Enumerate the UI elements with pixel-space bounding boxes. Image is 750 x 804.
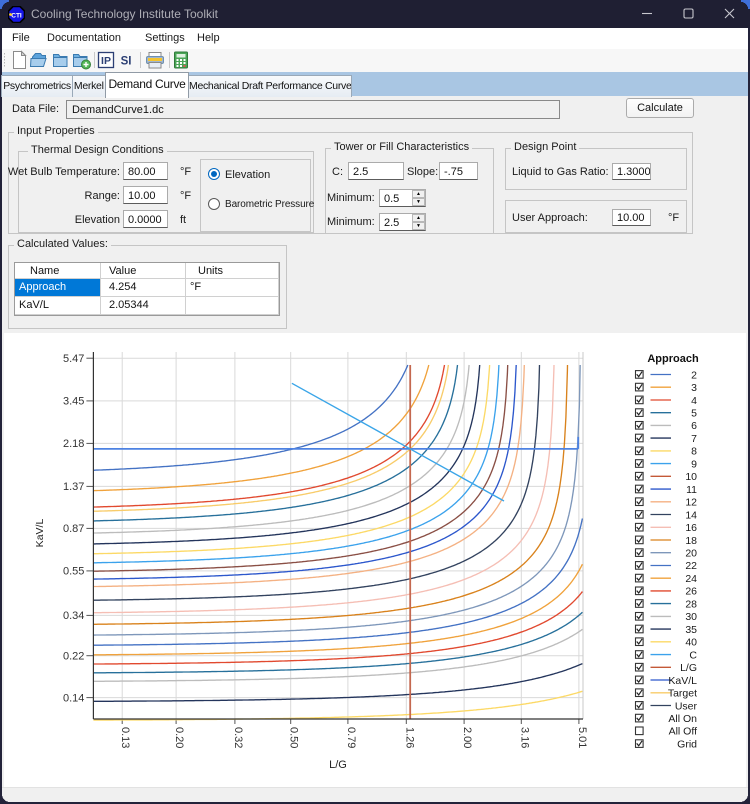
svg-text:SI: SI [121,56,132,68]
svg-text:10: 10 [685,471,697,483]
svg-text:7: 7 [691,433,697,445]
svg-text:18: 18 [685,535,697,547]
svg-text:3.16: 3.16 [518,727,530,748]
svg-text:IP: IP [101,55,111,67]
svg-text:Approach: Approach [647,353,699,365]
svg-text:C: C [689,649,697,661]
svg-text:1.37: 1.37 [63,481,84,493]
svg-text:0.13: 0.13 [119,727,131,748]
svg-text:5.47: 5.47 [63,353,84,365]
svg-text:5.01: 5.01 [576,727,588,748]
svg-text:All Off: All Off [669,726,697,738]
svg-text:6: 6 [691,420,697,432]
svg-text:All On: All On [668,713,697,725]
svg-text:4: 4 [691,395,697,407]
svg-text:3: 3 [691,382,697,394]
svg-text:28: 28 [685,598,697,610]
svg-text:L/G: L/G [680,662,697,674]
svg-text:20: 20 [685,548,697,560]
svg-text:0.50: 0.50 [288,727,300,748]
svg-text:Grid: Grid [677,739,697,751]
svg-text:KaV/L: KaV/L [668,675,697,687]
svg-text:16: 16 [685,522,697,534]
svg-text:0.32: 0.32 [232,727,244,748]
svg-text:0.14: 0.14 [63,692,84,704]
svg-text:0.55: 0.55 [63,566,84,578]
svg-text:40: 40 [685,637,697,649]
svg-text:11: 11 [686,484,697,496]
svg-text:22: 22 [685,560,697,572]
svg-text:14: 14 [685,509,697,521]
svg-text:24: 24 [685,573,697,585]
svg-text:0.87: 0.87 [63,523,84,535]
svg-text:5: 5 [691,408,697,420]
svg-text:9: 9 [691,458,697,470]
svg-text:12: 12 [685,497,697,509]
svg-text:L/G: L/G [329,759,347,771]
svg-text:0.79: 0.79 [345,727,357,748]
svg-text:2: 2 [691,369,697,381]
svg-text:2.18: 2.18 [63,438,84,450]
svg-text:0.20: 0.20 [173,727,185,748]
svg-text:2.00: 2.00 [461,727,473,748]
svg-text:0.22: 0.22 [63,651,84,663]
svg-text:1.26: 1.26 [403,727,415,748]
svg-text:0.34: 0.34 [63,610,84,622]
svg-text:Target: Target [668,688,697,700]
svg-text:26: 26 [685,586,697,598]
svg-text:30: 30 [685,611,697,623]
svg-text:8: 8 [691,446,697,458]
svg-text:KaV/L: KaV/L [34,519,46,548]
svg-text:User: User [675,700,698,712]
svg-text:3.45: 3.45 [63,396,84,408]
svg-text:35: 35 [685,624,697,636]
svg-text:CTI: CTI [11,13,22,20]
